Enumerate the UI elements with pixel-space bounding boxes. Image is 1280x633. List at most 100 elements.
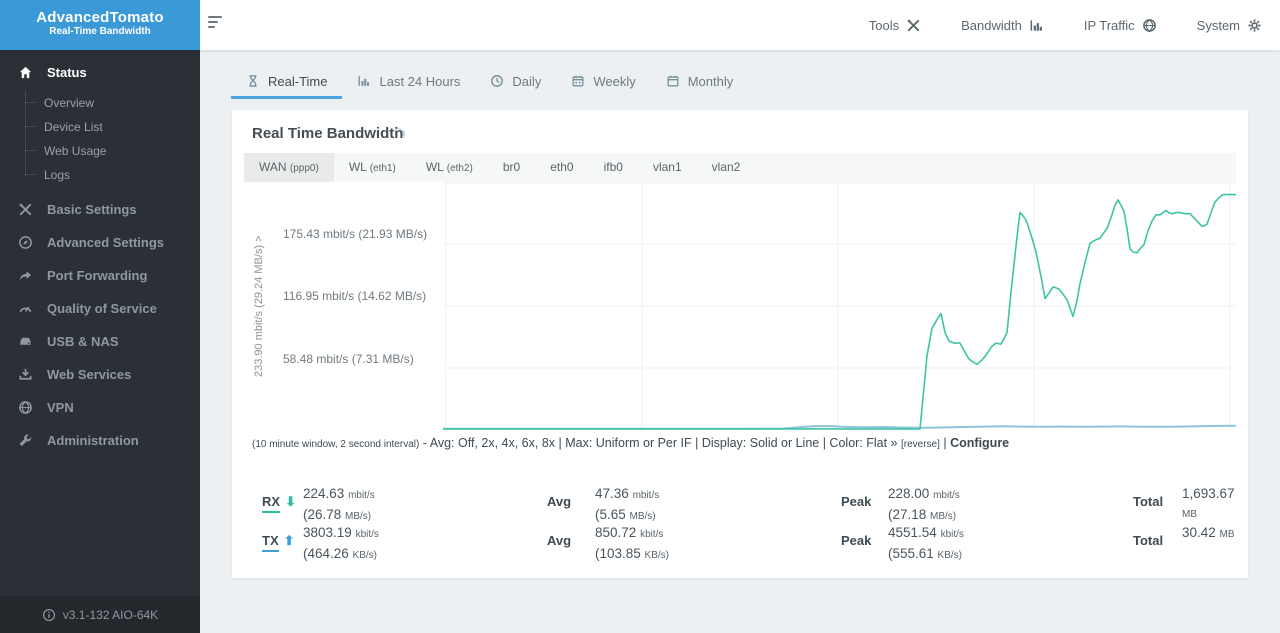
sidebar-item-web-usage[interactable]: Web Usage [25, 139, 200, 163]
tab-last-24-hours[interactable]: Last 24 Hours [342, 66, 475, 99]
app-logo[interactable]: AdvancedTomato Real-Time Bandwidth [0, 0, 200, 50]
hourglass-icon [246, 74, 260, 88]
menu-collapse-icon[interactable] [208, 16, 228, 34]
rx-toggle[interactable]: RX ⬇ [262, 494, 296, 513]
sidebar-item-overview[interactable]: Overview [25, 91, 200, 115]
tx-avg-label: Avg [547, 533, 572, 548]
rx-peak-label: Peak [841, 494, 872, 509]
panel-title: Real Time Bandwidth [252, 125, 404, 142]
tx-total-value: 30.42 MB [1182, 525, 1235, 540]
up-arrow-icon: ⬆ [283, 533, 295, 548]
iface-tab-wl-eth1[interactable]: WL (eth1) [334, 153, 411, 182]
sidebar-item-label: Status [47, 65, 87, 80]
bar-chart-icon [357, 74, 371, 88]
y-tick-label: 175.43 mbit/s (21.93 MB/s) [283, 227, 428, 241]
hard-drive-icon [18, 334, 34, 349]
status-subtree: Overview Device List Web Usage Logs [25, 91, 200, 187]
iface-tab-ifb0[interactable]: ifb0 [589, 153, 638, 182]
chart-options-bar: (10 minute window, 2 second interval) - … [252, 436, 1010, 450]
app-subtitle: Real-Time Bandwidth [49, 26, 151, 37]
tab-monthly[interactable]: Monthly [651, 66, 749, 99]
tools-icon [906, 18, 921, 33]
sidebar-item-administration[interactable]: Administration [0, 424, 200, 457]
sidebar-item-device-list[interactable]: Device List [25, 115, 200, 139]
firmware-version: v3.1-132 AIO-64K [0, 596, 200, 633]
calendar-grid-icon [571, 74, 585, 88]
sidebar-item-status[interactable]: Status [0, 50, 200, 89]
calendar-icon [666, 74, 680, 88]
globe-icon [1142, 18, 1157, 33]
sidebar-item-label: VPN [47, 400, 74, 415]
gauge-icon [18, 301, 34, 316]
tools-icon [18, 202, 34, 217]
rx-avg-value: 47.36 mbit/s (5.65 MB/s) [595, 486, 660, 522]
rx-avg-label: Avg [547, 494, 572, 509]
interface-tabs: WAN (ppp0) WL (eth1) WL (eth2) br0 eth0 … [244, 153, 1236, 182]
sidebar-item-web-services[interactable]: Web Services [0, 358, 200, 391]
iface-tab-wan-ppp0[interactable]: WAN (ppp0) [244, 153, 334, 182]
sidebar-item-basic-settings[interactable]: Basic Settings [0, 193, 200, 226]
wrench-icon [18, 433, 34, 448]
sidebar-item-quality-of-service[interactable]: Quality of Service [0, 292, 200, 325]
bandwidth-chart: 233.90 mbit/s (29.24 MB/s) > 175.43 mbit… [232, 182, 1248, 430]
top-bar: AdvancedTomato Real-Time Bandwidth Tools… [0, 0, 1280, 50]
chart-plot-area [443, 182, 1236, 430]
tab-label: Real-Time [268, 73, 328, 89]
y-axis-max-label: 233.90 mbit/s (29.24 MB/s) > [253, 235, 265, 377]
sidebar-item-vpn[interactable]: VPN [0, 391, 200, 424]
iface-tab-br0[interactable]: br0 [488, 153, 535, 182]
globe-icon [18, 400, 34, 415]
nav-system-label: System [1196, 17, 1240, 33]
rx-current-value: 224.63 mbit/s (26.78 MB/s) [303, 486, 375, 522]
tab-label: Weekly [593, 73, 636, 89]
rx-total-value: 1,693.67 MB [1182, 486, 1235, 520]
sidebar-item-port-forwarding[interactable]: Port Forwarding [0, 259, 200, 292]
iface-tab-eth0[interactable]: eth0 [535, 153, 588, 182]
version-text: v3.1-132 AIO-64K [62, 607, 159, 622]
nav-tools-label: Tools [868, 17, 900, 33]
tx-toggle[interactable]: TX ⬆ [262, 533, 295, 552]
sidebar-item-label: USB & NAS [47, 334, 119, 349]
tab-label: Daily [512, 73, 542, 89]
sidebar: Status Overview Device List Web Usage Lo… [0, 50, 200, 633]
tx-stats-row: TX ⬆ 3803.19 kbit/s (464.26 KB/s) Avg 850… [232, 522, 1248, 562]
forward-arrow-icon [18, 268, 34, 283]
nav-ip-traffic[interactable]: IP Traffic [1084, 18, 1157, 33]
chart-controls[interactable]: Avg: Off, 2x, 4x, 6x, 8x | Max: Uniform … [430, 436, 901, 450]
sidebar-item-usb-nas[interactable]: USB & NAS [0, 325, 200, 358]
nav-bandwidth-label: Bandwidth [961, 17, 1022, 33]
configure-link[interactable]: Configure [950, 436, 1009, 450]
bandwidth-card: Real Time Bandwidth WAN (ppp0) WL (eth1)… [232, 110, 1248, 578]
info-icon [42, 608, 56, 622]
down-arrow-icon: ⬇ [285, 494, 296, 509]
sidebar-item-logs[interactable]: Logs [25, 163, 200, 187]
nav-ip-traffic-label: IP Traffic [1083, 17, 1135, 33]
period-tabs: Real-Time Last 24 Hours Daily Weekly Mon… [231, 66, 748, 99]
sidebar-item-advanced-settings[interactable]: Advanced Settings [0, 226, 200, 259]
rx-stats-row: RX ⬇ 224.63 mbit/s (26.78 MB/s) Avg 47.36… [232, 483, 1248, 523]
iface-tab-vlan1[interactable]: vlan1 [638, 153, 697, 182]
loading-spinner-icon [393, 128, 405, 140]
sidebar-item-label: Advanced Settings [47, 235, 165, 250]
nav-tools[interactable]: Tools [869, 18, 921, 33]
reverse-link[interactable]: [reverse] [901, 439, 940, 450]
tx-current-value: 3803.19 kbit/s (464.26 KB/s) [303, 525, 379, 561]
iface-tab-wl-eth2[interactable]: WL (eth2) [411, 153, 488, 182]
sidebar-item-label: Quality of Service [47, 301, 157, 316]
download-icon [18, 367, 34, 382]
iface-tab-vlan2[interactable]: vlan2 [697, 153, 756, 182]
app-title: AdvancedTomato [36, 9, 164, 26]
tx-avg-value: 850.72 kbit/s (103.85 KB/s) [595, 525, 669, 561]
tab-label: Last 24 Hours [379, 73, 461, 89]
bandwidth-chart-svg [443, 182, 1236, 430]
tx-peak-label: Peak [841, 533, 872, 548]
tab-real-time[interactable]: Real-Time [231, 66, 343, 99]
compass-icon [18, 235, 34, 250]
nav-bandwidth[interactable]: Bandwidth [961, 18, 1044, 33]
y-tick-label: 58.48 mbit/s (7.31 MB/s) [283, 352, 414, 366]
nav-system[interactable]: System [1197, 18, 1262, 33]
series-rx-line [443, 193, 1236, 430]
y-tick-label: 116.95 mbit/s (14.62 MB/s) [283, 289, 427, 303]
tab-weekly[interactable]: Weekly [556, 66, 650, 99]
tab-daily[interactable]: Daily [475, 66, 556, 99]
